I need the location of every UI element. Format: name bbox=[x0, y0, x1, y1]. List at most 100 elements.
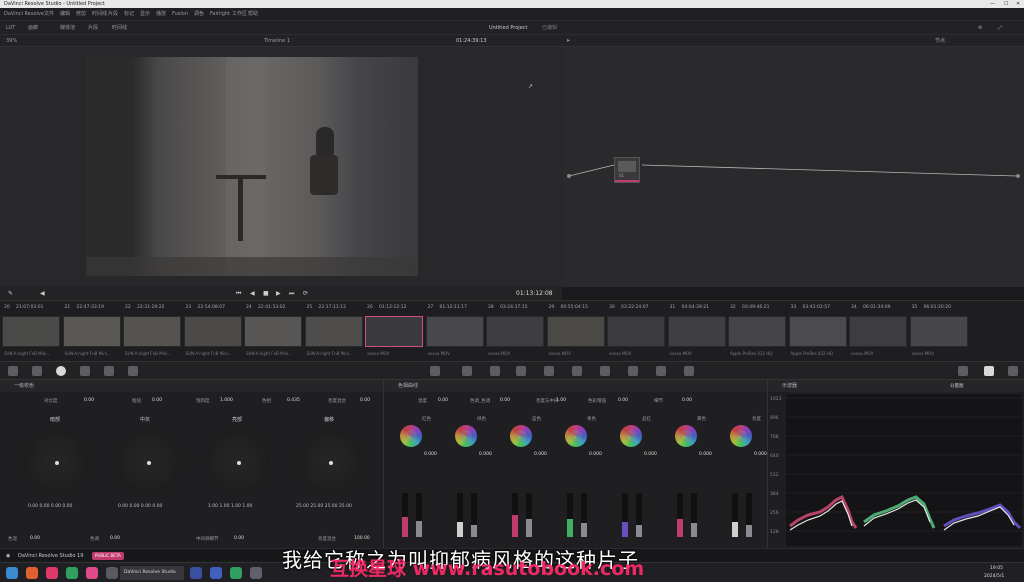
mixer-control-3-value[interactable]: 1.00 bbox=[556, 398, 566, 403]
clip-thumbnail[interactable] bbox=[2, 316, 60, 347]
brush-icon[interactable]: ✎ bbox=[8, 287, 13, 300]
lift-wheel[interactable] bbox=[18, 424, 94, 500]
maximize-button[interactable]: ☐ bbox=[1004, 0, 1008, 8]
step-back-button[interactable]: ◀ bbox=[250, 287, 255, 300]
gamma-values[interactable]: 0.00 0.00 0.00 0.00 bbox=[118, 504, 162, 509]
start-icon[interactable] bbox=[6, 567, 18, 579]
mixer-channel-value[interactable]: 0.000 bbox=[589, 452, 602, 457]
clip-thumbnail[interactable] bbox=[849, 316, 907, 347]
files-icon[interactable] bbox=[250, 567, 262, 579]
pointer-icon[interactable]: ➤ bbox=[566, 35, 570, 47]
mixer-channel-value[interactable]: 0.000 bbox=[644, 452, 657, 457]
mixer-channel-slider[interactable] bbox=[746, 493, 752, 537]
timeline-selector[interactable]: Timeline 1 bbox=[264, 35, 290, 47]
mixer-channel-slider[interactable] bbox=[691, 493, 697, 537]
sizing-icon[interactable] bbox=[628, 366, 638, 376]
mixer-channel-slider[interactable] bbox=[471, 493, 477, 537]
clip-thumbnail[interactable] bbox=[183, 316, 242, 347]
3d-icon[interactable] bbox=[656, 366, 666, 376]
menu-item[interactable]: 文件 bbox=[44, 8, 54, 21]
menu-item[interactable]: 修剪 bbox=[76, 8, 86, 21]
mixer-channel-wheel[interactable] bbox=[675, 425, 697, 447]
menu-item[interactable]: 播放 bbox=[156, 8, 166, 21]
browser-icon[interactable] bbox=[26, 567, 38, 579]
clip-thumbnail[interactable] bbox=[607, 316, 665, 347]
lift-wheel-puck[interactable] bbox=[55, 461, 59, 465]
mixer-channel-value[interactable]: 0.000 bbox=[754, 452, 767, 457]
mixer-channel-slider[interactable] bbox=[457, 493, 463, 537]
lummix-bottom-value[interactable]: 100.00 bbox=[354, 536, 370, 541]
clip-thumbnail[interactable] bbox=[244, 316, 302, 347]
mixer-control-5-value[interactable]: 0.00 bbox=[682, 398, 692, 403]
taskbar-resolve-button[interactable]: DaVinci Resolve Studio bbox=[120, 566, 184, 580]
chat-icon[interactable] bbox=[66, 567, 78, 579]
hue-value[interactable]: 0.435 bbox=[287, 398, 300, 403]
menu-item[interactable]: 标记 bbox=[124, 8, 134, 21]
clip-thumbnail[interactable] bbox=[62, 316, 121, 347]
toolbar-item-timeline[interactable]: 时间线 bbox=[112, 21, 127, 35]
node-editor[interactable]: 01 bbox=[562, 47, 1024, 287]
gear-icon[interactable]: ⚙ bbox=[978, 21, 982, 35]
pivot-value[interactable]: 0.00 bbox=[152, 398, 162, 403]
clip-thumbnail[interactable] bbox=[425, 316, 484, 347]
node-01[interactable]: 01 bbox=[614, 157, 640, 183]
gain-values[interactable]: 1.00 1.00 1.00 1.00 bbox=[208, 504, 252, 509]
expand-viewer-icon[interactable]: ↗ bbox=[528, 83, 533, 90]
mixer-channel-value[interactable]: 0.000 bbox=[479, 452, 492, 457]
mixer-control-2-value[interactable]: 0.00 bbox=[500, 398, 510, 403]
menu-item[interactable]: 显示 bbox=[140, 8, 150, 21]
mixer-channel-value[interactable]: 0.000 bbox=[534, 452, 547, 457]
primaries-wheels-icon[interactable] bbox=[56, 366, 66, 376]
qualifier-icon[interactable] bbox=[462, 366, 472, 376]
lummix-value[interactable]: 0.00 bbox=[360, 398, 370, 403]
folder-icon[interactable] bbox=[106, 567, 118, 579]
temp-value[interactable]: 0.00 bbox=[30, 536, 40, 541]
scope-mode-select[interactable]: 分量图 bbox=[950, 383, 964, 389]
mixer-channel-wheel[interactable] bbox=[730, 425, 752, 447]
loop-button[interactable]: ⟳ bbox=[303, 287, 308, 300]
close-button[interactable]: ✕ bbox=[1016, 0, 1020, 8]
gamma-wheel-puck[interactable] bbox=[147, 461, 151, 465]
tint-value[interactable]: 0.00 bbox=[110, 536, 120, 541]
info-icon[interactable] bbox=[1008, 366, 1018, 376]
scopes-icon[interactable] bbox=[984, 366, 994, 376]
app-icon[interactable] bbox=[46, 567, 58, 579]
mixer-channel-wheel[interactable] bbox=[510, 425, 532, 447]
lightbox-icon[interactable] bbox=[958, 366, 968, 376]
media-icon[interactable] bbox=[86, 567, 98, 579]
mixer-channel-slider[interactable] bbox=[622, 493, 628, 537]
menu-item[interactable]: 工作区 bbox=[232, 8, 247, 21]
mixer-control-4-value[interactable]: 0.00 bbox=[618, 398, 628, 403]
clip-thumbnail[interactable] bbox=[909, 316, 968, 347]
window-icon[interactable] bbox=[490, 366, 500, 376]
camera-raw-icon[interactable] bbox=[8, 366, 18, 376]
mixer-channel-slider[interactable] bbox=[732, 493, 738, 537]
menu-item[interactable]: 片段 bbox=[108, 8, 118, 21]
clip-thumbnail[interactable] bbox=[123, 316, 181, 347]
mixer-channel-wheel[interactable] bbox=[565, 425, 587, 447]
magic-mask-icon[interactable] bbox=[544, 366, 554, 376]
tracker-icon[interactable] bbox=[516, 366, 526, 376]
mixer-channel-slider[interactable] bbox=[581, 493, 587, 537]
skip-end-button[interactable]: ⏭ bbox=[289, 287, 294, 300]
saturation-value[interactable]: 1.000 bbox=[220, 398, 233, 403]
gain-wheel[interactable] bbox=[200, 424, 276, 500]
offset-values[interactable]: 25.00 25.00 25.00 25.00 bbox=[296, 504, 352, 509]
effects-icon[interactable] bbox=[684, 366, 694, 376]
curves-icon[interactable] bbox=[430, 366, 440, 376]
clip-thumbnail[interactable] bbox=[667, 316, 726, 347]
stop-button[interactable]: ■ bbox=[263, 287, 269, 300]
mixer-channel-slider[interactable] bbox=[636, 493, 642, 537]
hdr-icon[interactable] bbox=[80, 366, 90, 376]
skip-start-button[interactable]: ⏮ bbox=[236, 287, 241, 300]
zoom-level[interactable]: 39% bbox=[6, 35, 17, 47]
clip-thumbnail[interactable] bbox=[486, 316, 544, 347]
color-match-icon[interactable] bbox=[32, 366, 42, 376]
lift-values[interactable]: 0.00 0.00 0.00 0.00 bbox=[28, 504, 72, 509]
mixer-channel-slider[interactable] bbox=[677, 493, 683, 537]
video-viewer[interactable]: ↗ bbox=[0, 47, 562, 287]
mixer-channel-slider[interactable] bbox=[402, 493, 408, 537]
clip-thumbnail[interactable] bbox=[365, 316, 423, 347]
mixer-channel-slider[interactable] bbox=[526, 493, 532, 537]
minimize-button[interactable]: — bbox=[990, 0, 995, 8]
